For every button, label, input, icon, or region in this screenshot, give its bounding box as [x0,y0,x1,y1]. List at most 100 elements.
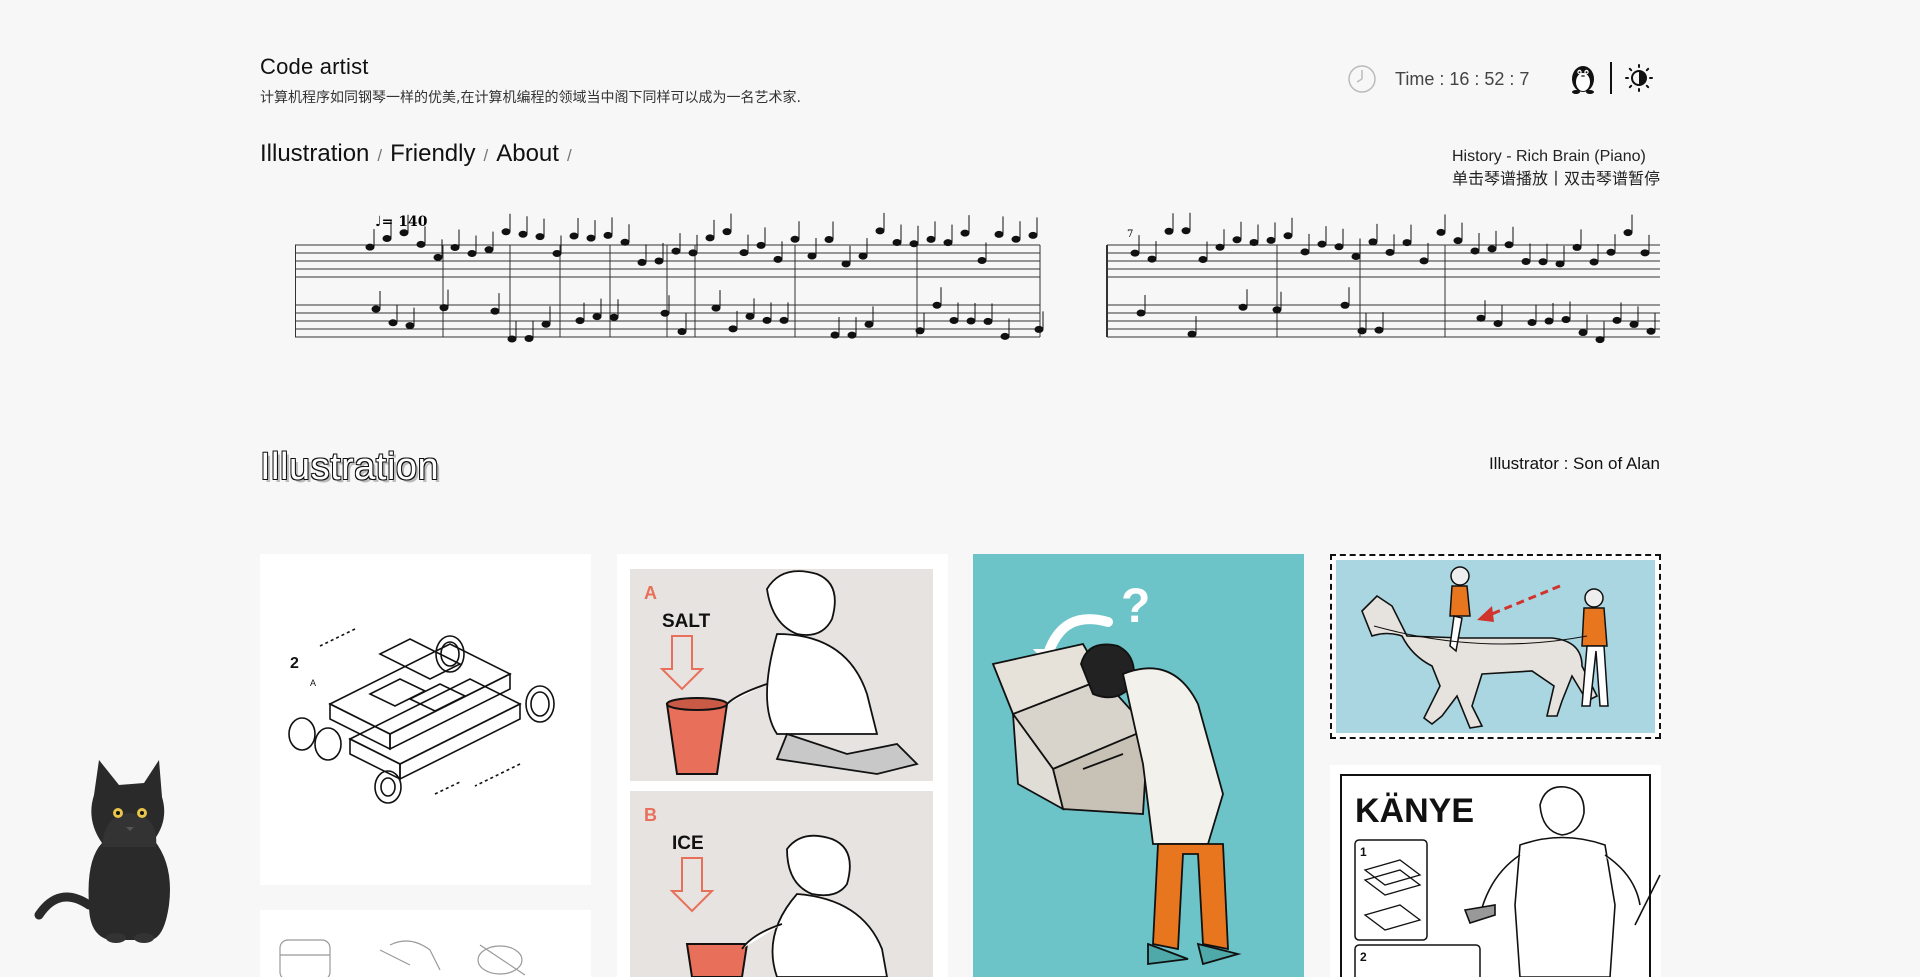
panel-b-letter: B [644,805,657,825]
note-head [1487,245,1497,253]
clock-widget: Time : 16 : 52 : 7 [1347,64,1529,94]
note-head [467,250,477,258]
nav-friendly[interactable]: Friendly [390,140,475,168]
note-head [824,235,834,243]
kanye-step-1: 1 [1360,845,1367,859]
note-head [1272,306,1282,314]
note-head [1561,316,1571,324]
song-title: History - Rich Brain (Piano) [1451,148,1646,165]
note-head [1578,329,1588,337]
note-head [807,252,817,260]
illustrator-credit: Illustrator : Son of Alan [1488,454,1660,473]
note-head [1249,238,1259,246]
assembly-step: 2 [290,655,299,672]
note-head [1147,255,1157,263]
note-head [926,235,936,243]
header-divider [1610,62,1612,94]
header-actions [1568,62,1654,94]
nav-about[interactable]: About [496,140,559,168]
note-head [1000,332,1010,340]
note-head [677,328,687,336]
note-head [830,331,840,339]
note-head [1521,257,1531,265]
note-head [745,312,755,320]
kanye-step-2: 2 [1360,950,1367,964]
note-head [711,304,721,312]
note-head [1385,248,1395,256]
note-head [875,227,885,235]
note-head [1589,258,1599,266]
vehicles-illustration [279,939,526,977]
note-head [756,241,766,249]
note-head [1595,336,1605,344]
kanye-illustration: KÄNYE 1 2 [1340,774,1661,977]
note-head [722,228,732,236]
note-head [371,305,381,313]
note-head [1606,248,1616,256]
note-head [847,331,857,339]
note-head [705,234,715,242]
note-head [1646,327,1656,335]
note-head [450,243,460,251]
panel-b-label: ICE [672,833,704,854]
sun-icon[interactable] [1624,63,1654,93]
cat-mascot[interactable] [34,755,184,945]
note-head [388,319,398,327]
note-head [1504,241,1514,249]
gallery-card-box[interactable]: ? [973,554,1304,977]
penguin-icon[interactable] [1568,62,1598,94]
gallery-card-salt-ice[interactable]: A SALT B ICE [617,554,948,977]
note-head [433,253,443,261]
note-head [660,309,670,317]
note-head [654,257,664,265]
note-head [586,234,596,242]
note-head [382,235,392,243]
note-head [977,257,987,265]
note-head [1351,252,1361,260]
note-head [1419,257,1429,265]
note-head [1402,239,1412,247]
gallery-card-vehicles[interactable] [260,910,591,977]
note-head [688,249,698,257]
note-head [637,258,647,266]
gallery-card-horse[interactable] [1330,554,1661,739]
note-head [524,334,534,342]
note-head [439,304,449,312]
note-head [1317,240,1327,248]
note-head [535,233,545,241]
note-head [569,232,579,240]
sheet-music[interactable]: ♩= 140 7 [295,210,1660,365]
note-head [1476,314,1486,322]
note-head [1368,238,1378,246]
nav-separator: / [483,146,489,165]
note-head [932,301,942,309]
note-head [1232,236,1242,244]
note-head [405,322,415,330]
note-head [552,250,562,258]
gallery-card-kanye[interactable]: KÄNYE 1 2 [1330,765,1661,977]
note-head [1164,227,1174,235]
note-head [1215,243,1225,251]
note-head [1034,325,1044,333]
note-head [603,231,613,239]
note-head [1334,243,1344,251]
note-head [1266,236,1276,244]
nav-illustration[interactable]: Illustration [260,140,369,168]
gallery-card-assembly[interactable]: 2 A [260,554,591,885]
note-head [966,317,976,325]
note-head [915,327,925,335]
box-illustration: ? [991,580,1242,966]
note-head [501,228,511,236]
measure-number: 7 [1127,229,1133,240]
note-head [864,320,874,328]
note-head [1187,330,1197,338]
note-head [949,316,959,324]
note-head [1640,249,1650,257]
horse-illustration [1336,560,1655,733]
note-head [1028,231,1038,239]
note-head [983,317,993,325]
note-head [1300,248,1310,256]
note-head [620,238,630,246]
section-title: Illustration [260,446,440,488]
note-head [671,247,681,255]
